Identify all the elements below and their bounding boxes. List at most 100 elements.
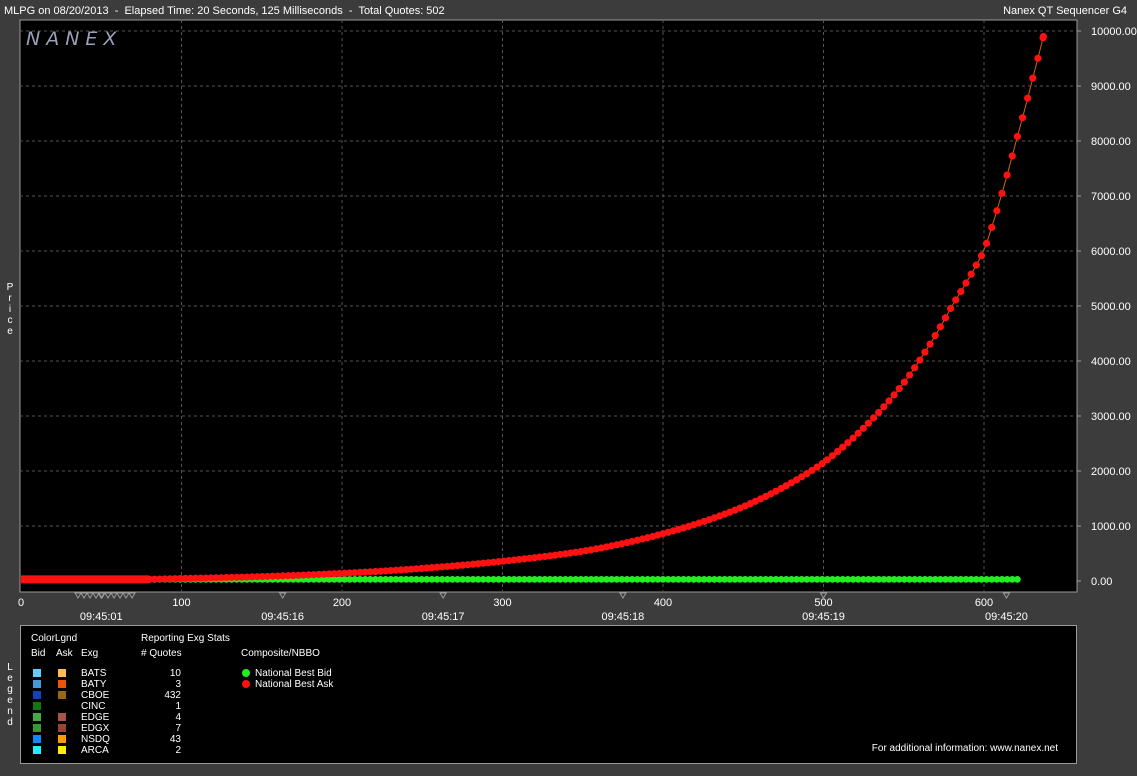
exchange-quote-count: 1 (175, 701, 181, 712)
ask-point (977, 252, 986, 260)
ask-point (998, 189, 1006, 197)
time-tick-marker (128, 592, 136, 599)
y-tick-label: 5000.00 (1091, 301, 1131, 313)
time-tick-marker (278, 592, 287, 599)
ask-point (926, 340, 934, 348)
bid-color-swatch (33, 680, 41, 688)
bid-color-swatch (33, 724, 41, 732)
ask-color-swatch (58, 669, 66, 677)
exchange-quote-count: 43 (169, 734, 181, 745)
time-tick-label: 09:45:20 (985, 611, 1028, 623)
ask-point (921, 348, 929, 356)
y-tick-label: 9000.00 (1091, 81, 1131, 93)
time-tick-marker (439, 592, 447, 599)
time-tick-label: 09:45:16 (261, 611, 304, 623)
nbbo-marker (242, 669, 250, 677)
ask-point (911, 364, 919, 372)
ask-point (936, 323, 944, 331)
y-tick-label: 10000.00 (1091, 26, 1137, 38)
time-tick-marker (92, 592, 100, 599)
legend-panel: ColorLgnd Bid Ask Exg Reporting Exg Stat… (20, 625, 1077, 764)
bid-header: Bid (31, 648, 46, 659)
time-tick-marker (86, 592, 94, 599)
ask-point (941, 314, 950, 322)
exchange-name: CBOE (81, 690, 110, 701)
x-tick-label: 200 (333, 597, 351, 609)
ask-point (972, 261, 980, 269)
ask-point (931, 331, 939, 340)
legend-side-label-letter: d (7, 717, 13, 728)
ask-point (993, 207, 1001, 215)
time-tick-marker (116, 592, 124, 599)
time-tick-marker (110, 592, 118, 599)
ask-point (957, 287, 965, 296)
exchange-name: BATS (81, 668, 107, 679)
exchange-name: EDGX (81, 723, 110, 734)
time-tick-label: 09:45:17 (422, 611, 465, 623)
ask-point (1003, 171, 1011, 179)
time-tick-label: 09:45:01 (80, 611, 123, 623)
legend-side-label-letter: e (7, 673, 13, 684)
exchange-name: ARCA (81, 745, 109, 756)
exchange-quote-count: 2 (175, 745, 181, 756)
bid-color-swatch (33, 691, 41, 699)
exchange-quote-count: 10 (169, 668, 181, 679)
colorlgnd-header: ColorLgnd (31, 633, 78, 644)
y-tick-label: 0.00 (1091, 576, 1112, 588)
ask-point (947, 304, 955, 312)
exchange-name: CINC (81, 701, 106, 712)
composite-header: Composite/NBBO (241, 648, 320, 659)
quotes-header: # Quotes (141, 648, 182, 659)
y-tick-label: 1000.00 (1091, 521, 1131, 533)
ask-point (1008, 152, 1016, 160)
ask-point (864, 419, 873, 427)
time-tick-marker (104, 592, 112, 599)
ask-point (1013, 132, 1021, 141)
bid-color-swatch (33, 713, 41, 721)
bid-color-swatch (33, 735, 41, 743)
bid-color-swatch (33, 702, 41, 710)
ask-flat-band (21, 575, 150, 584)
legend-side-label-letter: g (7, 684, 13, 695)
time-tick-marker (80, 592, 88, 599)
legend-side-label-letter: L (7, 662, 13, 673)
price-chart: NANEX 10000.009000.008000.007000.006000.0… (18, 19, 1137, 623)
ask-point (885, 397, 893, 405)
nbbo-name: National Best Ask (255, 679, 334, 690)
nbbo-name: National Best Bid (255, 668, 332, 679)
ask-point (869, 414, 878, 422)
exchange-quote-count: 7 (175, 723, 181, 734)
ask-color-swatch (58, 680, 66, 688)
ask-color-swatch (58, 746, 66, 754)
time-tick-marker (74, 592, 82, 599)
ask-point (1029, 74, 1037, 82)
ask-point (895, 385, 903, 393)
time-tick-label: 09:45:19 (802, 611, 845, 623)
exchange-quote-count: 3 (175, 679, 181, 690)
legend-side-label-letter: e (7, 695, 13, 706)
legend-side-label-letter: n (7, 706, 13, 717)
exchange-name: EDGE (81, 712, 110, 723)
ask-point (982, 239, 991, 247)
ask-point (916, 356, 924, 364)
y-tick-label: 4000.00 (1091, 356, 1131, 368)
ask-point (880, 403, 888, 411)
y-tick-label: 8000.00 (1091, 136, 1131, 148)
exchange-name: NSDQ (81, 734, 110, 745)
y-tick-label: 7000.00 (1091, 191, 1131, 203)
ask-color-swatch (58, 724, 66, 732)
ask-color-swatch (58, 735, 66, 743)
bid-color-swatch (33, 746, 41, 754)
ask-point (875, 408, 883, 417)
ask-point (1039, 32, 1047, 41)
y-tick-label: 6000.00 (1091, 246, 1131, 258)
nbbo-marker (242, 680, 250, 688)
exchange-quote-count: 4 (175, 712, 181, 723)
ask-point (900, 378, 908, 386)
time-tick-label: 09:45:18 (601, 611, 644, 623)
x-tick-label: 300 (493, 597, 511, 609)
exg-header: Exg (81, 648, 99, 659)
exchange-quote-count: 432 (164, 690, 181, 701)
x-tick-label: 400 (654, 597, 672, 609)
ask-point (988, 223, 996, 232)
